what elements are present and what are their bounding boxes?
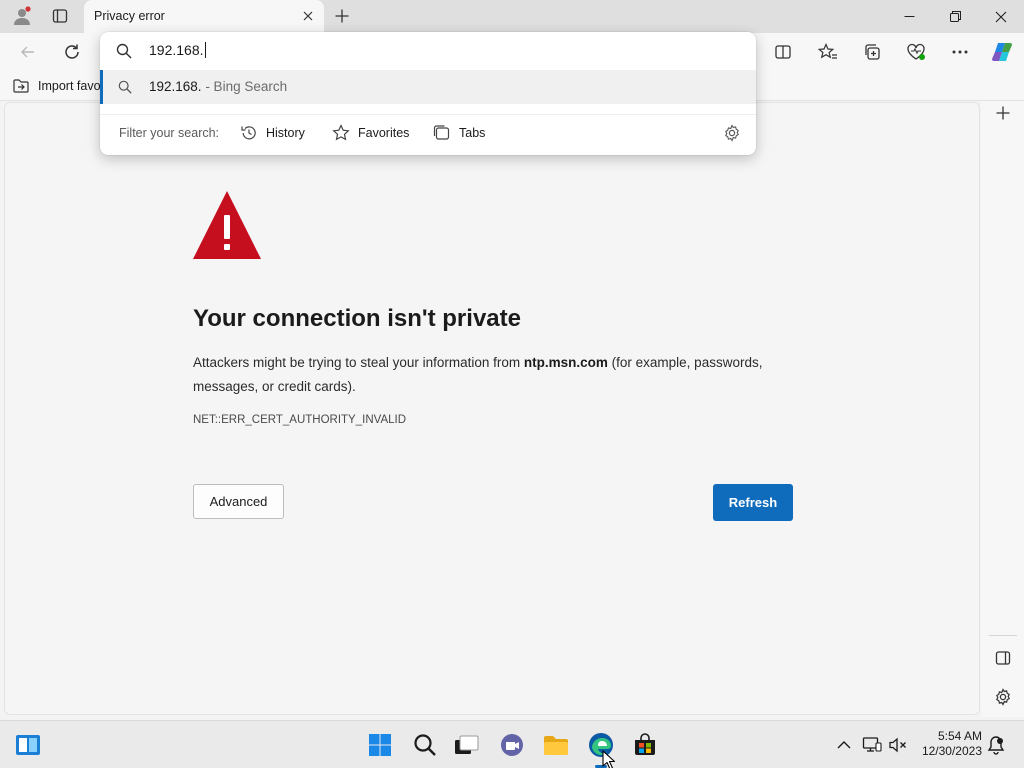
error-title: Your connection isn't private: [193, 305, 521, 332]
filter-label: Filter your search:: [119, 126, 220, 140]
task-view-icon[interactable]: [453, 731, 481, 759]
suggestion-suffix: - Bing Search: [201, 79, 288, 94]
sidebar: [981, 101, 1024, 717]
search-filter-row: Filter your search: History Favorites Ta…: [100, 114, 756, 150]
close-window-icon[interactable]: [978, 0, 1024, 33]
suggestion-text: 192.168. - Bing Search: [149, 79, 287, 94]
filter-history-label: History: [266, 126, 305, 140]
filter-tabs-label: Tabs: [459, 126, 486, 140]
favorites-icon[interactable]: [814, 38, 842, 66]
copilot-icon[interactable]: [988, 38, 1016, 66]
more-options-icon[interactable]: [946, 38, 974, 66]
file-explorer-icon[interactable]: [542, 731, 570, 759]
hide-sidebar-icon[interactable]: [989, 644, 1017, 672]
taskbar-clock[interactable]: 5:54 AM 12/30/2023: [916, 729, 982, 759]
taskbar: 5:54 AM 12/30/2023: [0, 720, 1024, 768]
warning-icon: [193, 191, 261, 259]
refresh-icon[interactable]: [58, 38, 86, 66]
tabs-icon: [433, 125, 450, 140]
advanced-button[interactable]: Advanced: [193, 484, 284, 519]
store-icon[interactable]: [631, 731, 659, 759]
filter-tabs[interactable]: Tabs: [433, 123, 485, 143]
import-favorites-button[interactable]: Import favo: [12, 77, 101, 95]
title-bar: Privacy error: [0, 0, 1024, 33]
search-icon: [116, 43, 132, 59]
widgets-icon[interactable]: [14, 731, 42, 759]
sidebar-settings-icon[interactable]: [989, 683, 1017, 711]
error-page: Your connection isn't private Attackers …: [4, 102, 980, 715]
close-tab-icon[interactable]: [300, 8, 316, 24]
profile-icon[interactable]: [8, 4, 36, 28]
history-icon: [241, 126, 256, 140]
search-settings-icon[interactable]: [723, 124, 741, 142]
filter-favorites-label: Favorites: [358, 126, 410, 140]
add-sidebar-icon[interactable]: [989, 99, 1017, 127]
browser-essentials-icon[interactable]: [902, 38, 930, 66]
import-icon: [13, 79, 29, 93]
tab-actions-icon[interactable]: [46, 4, 74, 28]
mouse-cursor-icon: [602, 750, 616, 768]
show-hidden-icons-icon[interactable]: [834, 735, 854, 755]
network-icon[interactable]: [862, 735, 882, 755]
error-code: NET::ERR_CERT_AUTHORITY_INVALID: [193, 414, 407, 426]
notifications-icon[interactable]: [986, 735, 1006, 755]
collections-icon[interactable]: [858, 38, 886, 66]
split-screen-icon[interactable]: [769, 38, 797, 66]
filter-favorites[interactable]: Favorites: [332, 123, 409, 143]
restore-icon[interactable]: [932, 0, 978, 33]
error-host: ntp.msn.com: [523, 355, 608, 370]
tab-title: Privacy error: [94, 9, 165, 23]
selection-indicator: [100, 70, 103, 104]
filter-history[interactable]: History: [240, 123, 305, 143]
suggestion-item[interactable]: 192.168. - Bing Search: [100, 70, 756, 104]
volume-muted-icon[interactable]: [888, 735, 908, 755]
start-icon[interactable]: [366, 731, 394, 759]
star-icon: [332, 124, 350, 141]
tab-privacy-error[interactable]: Privacy error: [84, 0, 324, 33]
teams-chat-icon[interactable]: [498, 731, 526, 759]
description-prefix: Attackers might be trying to steal your …: [193, 355, 524, 370]
error-description: Attackers might be trying to steal your …: [193, 351, 803, 399]
address-bar[interactable]: 192.168.: [100, 32, 756, 70]
import-favorites-label: Import favo: [38, 79, 101, 93]
address-dropdown: 192.168. 192.168. - Bing Search Filter y…: [100, 32, 756, 155]
search-icon[interactable]: [411, 731, 439, 759]
address-input[interactable]: 192.168.: [149, 42, 206, 58]
back-icon[interactable]: [14, 38, 42, 66]
sidebar-divider: [989, 635, 1017, 636]
new-tab-icon[interactable]: [330, 4, 354, 28]
search-icon: [118, 80, 132, 94]
clock-time: 5:54 AM: [937, 729, 982, 743]
clock-date: 12/30/2023: [921, 744, 982, 758]
suggestion-query: 192.168.: [149, 79, 202, 94]
minimize-icon[interactable]: [886, 0, 932, 33]
refresh-button[interactable]: Refresh: [713, 484, 793, 521]
